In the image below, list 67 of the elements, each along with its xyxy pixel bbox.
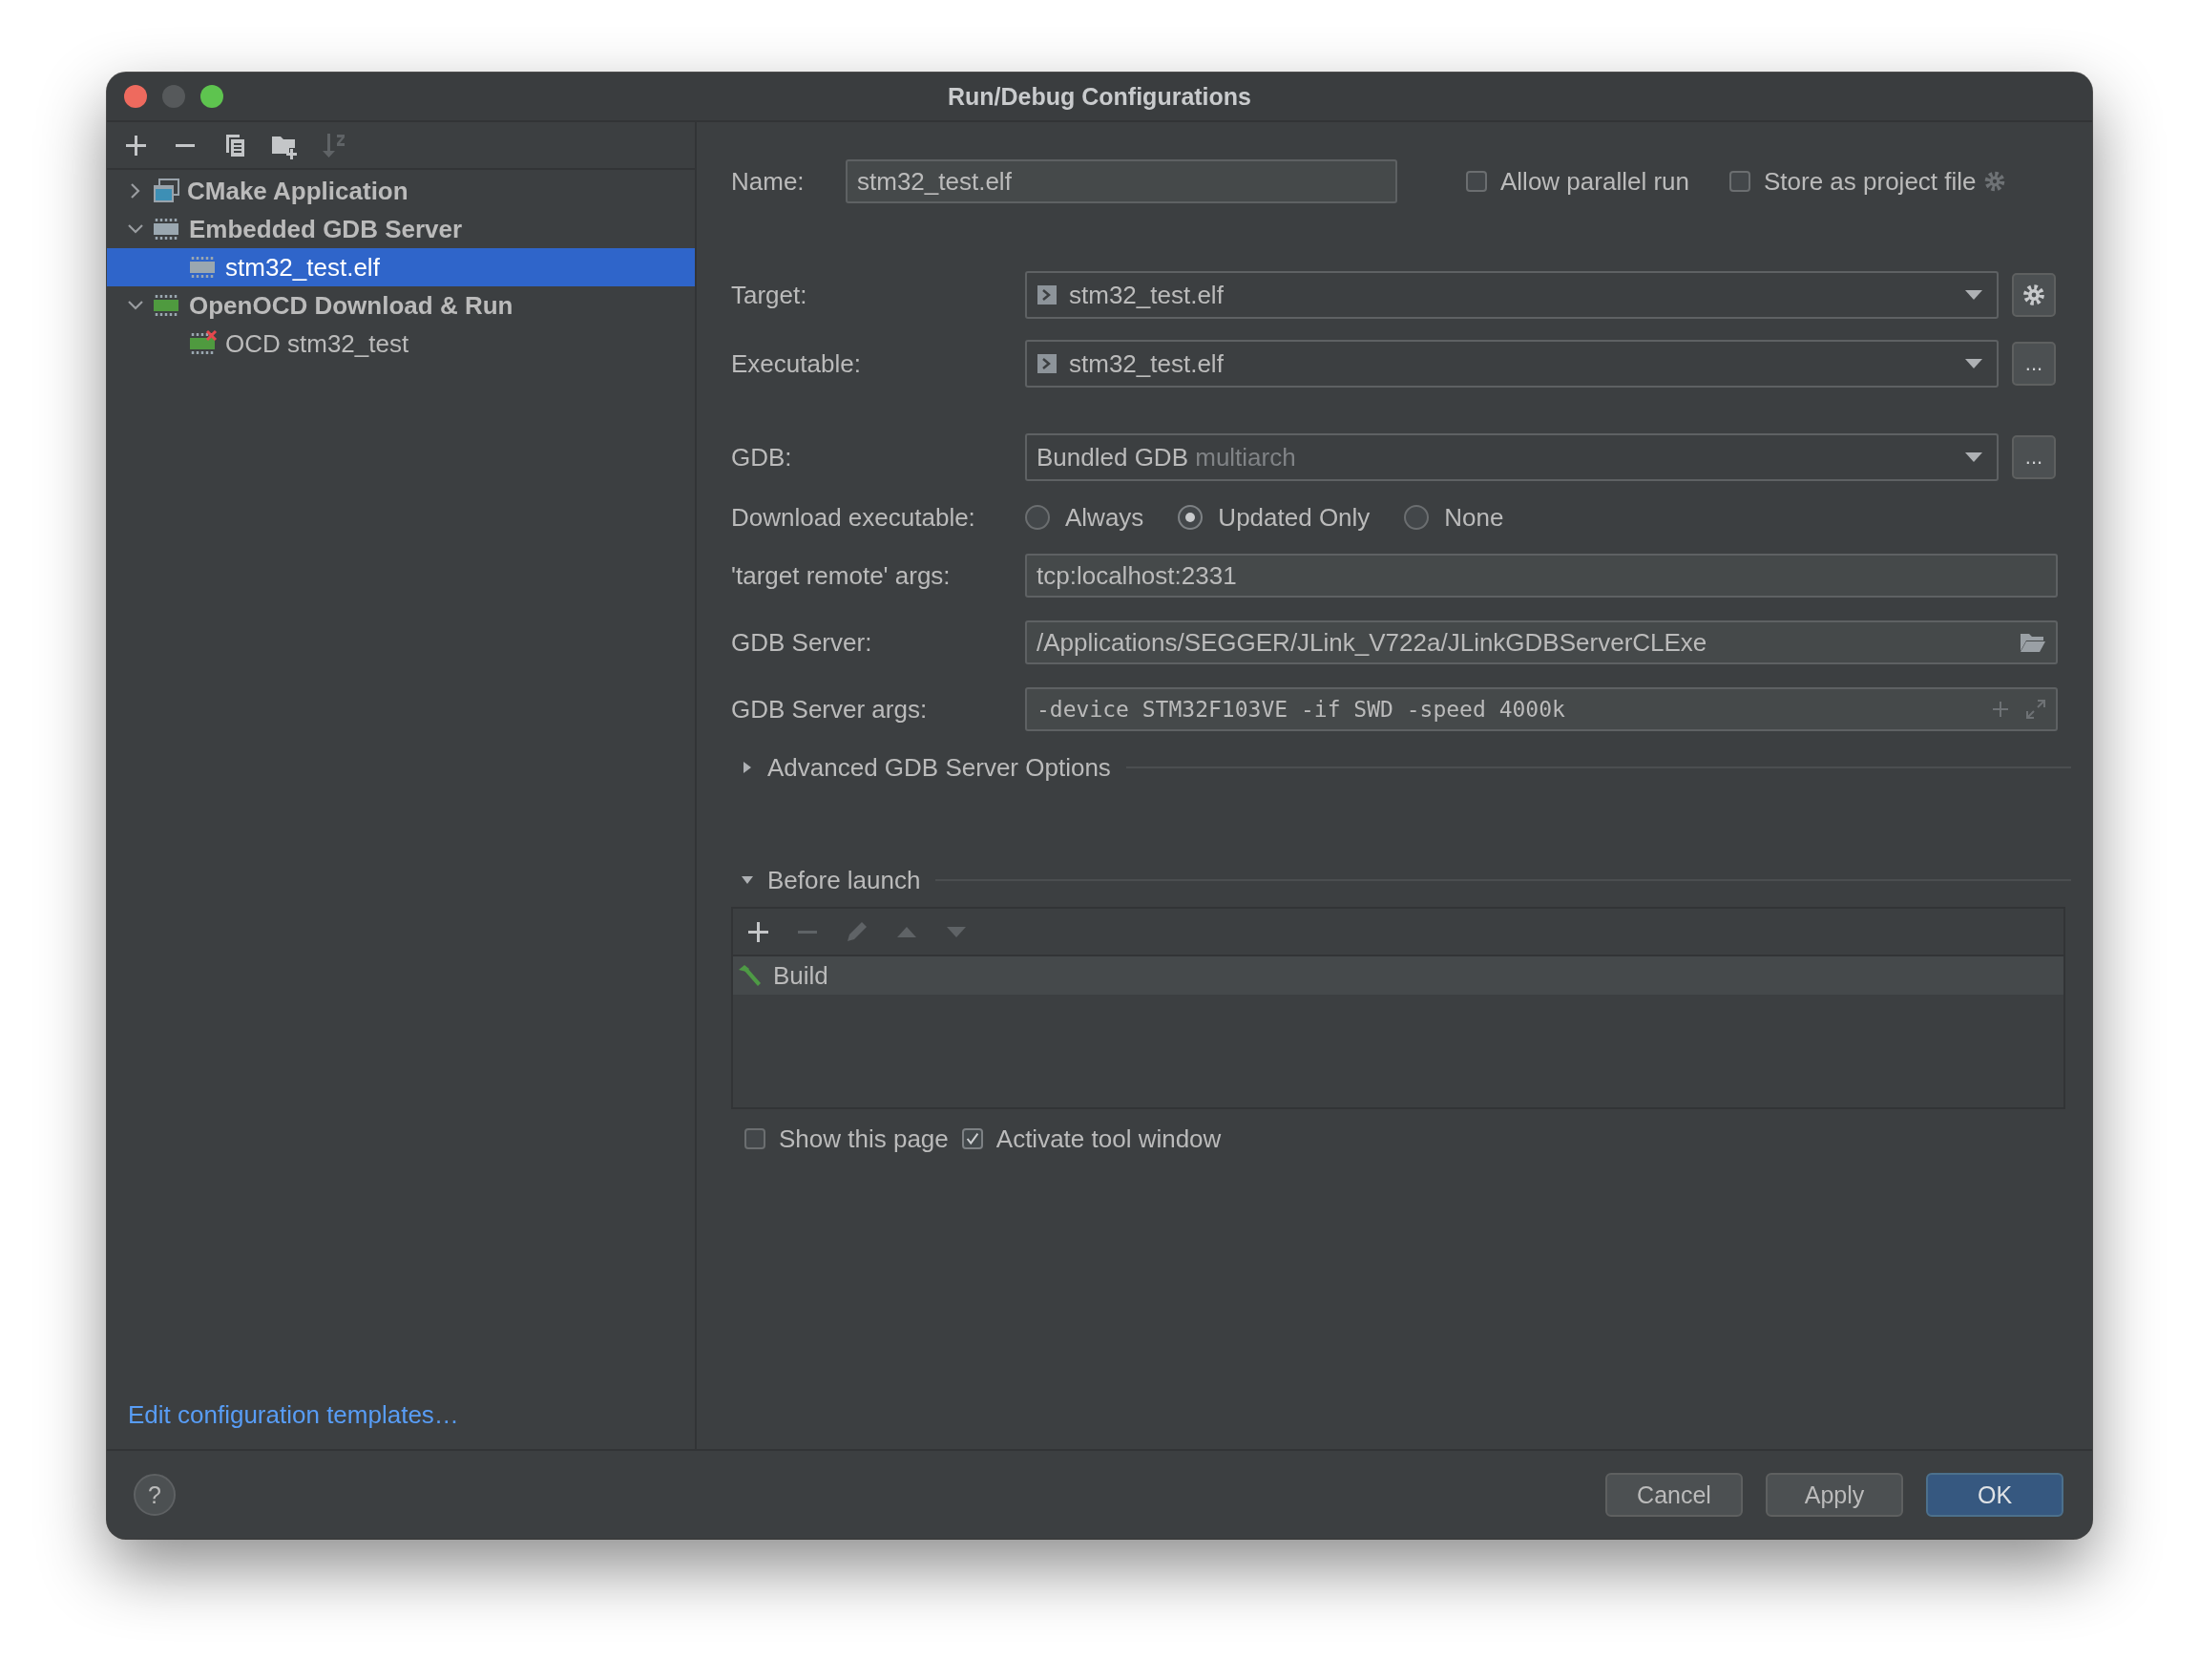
dialog-button[interactable]: Cancel [1605, 1473, 1743, 1517]
browse-button[interactable]: ... [2012, 435, 2056, 479]
field-label: GDB: [731, 442, 793, 472]
dropdown-caret-icon [1964, 452, 1983, 463]
tree-item-label: stm32_test.elf [225, 252, 380, 283]
radio-button[interactable] [1404, 505, 1430, 530]
dropdown-caret-icon [1964, 289, 1983, 301]
tree-item-label: Embedded GDB Server [189, 214, 463, 244]
chip-error-icon [189, 330, 218, 357]
window-stack-icon [153, 178, 179, 204]
window-title: Run/Debug Configurations [948, 82, 1251, 111]
tree-item-label: OpenOCD Download & Run [189, 290, 513, 321]
gdb-server-args-field[interactable]: -device STM32F103VE -if SWD -speed 4000k [1025, 687, 2058, 731]
target-dropdown[interactable]: stm32_test.elf [1025, 271, 1999, 319]
hammer-icon [737, 964, 762, 987]
zoom-button[interactable] [200, 85, 223, 108]
task-item[interactable]: Build [733, 956, 2063, 995]
name-field[interactable]: stm32_test.elf [846, 159, 1397, 203]
field-label: Executable: [731, 348, 862, 379]
chip-icon [189, 254, 218, 281]
close-button[interactable] [124, 85, 147, 108]
help-button[interactable]: ? [134, 1474, 176, 1516]
field-label: GDB Server args: [731, 694, 929, 724]
field-label: 'target remote' args: [731, 560, 952, 591]
checkbox-label: Allow parallel run [1500, 166, 1689, 197]
radio-label: Always [1065, 502, 1144, 533]
radio-label: None [1444, 502, 1504, 533]
dialog-button[interactable]: Apply [1766, 1473, 1903, 1517]
tree-item-label: OCD stm32_test [225, 328, 409, 359]
executable-icon [1037, 353, 1058, 374]
target-remote-args-field[interactable]: tcp:localhost:2331 [1025, 554, 2058, 598]
radio-button[interactable] [1025, 505, 1050, 530]
edit-templates-link[interactable]: Edit configuration templates… [107, 1400, 459, 1430]
ok-button[interactable]: OK [1926, 1473, 2063, 1517]
dropdown-caret-icon [1964, 358, 1983, 369]
expand-icon[interactable] [2025, 699, 2046, 720]
field-label: Download executable: [731, 502, 976, 533]
checkbox[interactable] [1466, 171, 1487, 192]
tree-item[interactable]: Embedded GDB Server [107, 210, 695, 248]
checkbox[interactable] [1729, 171, 1750, 192]
checkbox-label: Store as project file [1764, 166, 1977, 197]
gdb-dropdown[interactable]: Bundled GDB multiarch [1025, 433, 1999, 481]
tree-item-label: CMake Application [187, 176, 408, 206]
settings-icon [2021, 283, 2046, 307]
executable-icon [1037, 284, 1058, 305]
checkbox-label: Activate tool window [995, 1124, 1222, 1154]
section-title[interactable]: Before launch [767, 865, 921, 895]
settings-button[interactable] [2012, 273, 2056, 317]
field-label: Target: [731, 280, 808, 310]
tree-item[interactable]: stm32_test.elf [107, 248, 695, 286]
section-title[interactable]: Advanced GDB Server Options [767, 752, 1111, 783]
chip-icon [153, 216, 181, 242]
tree-item[interactable]: CMake Application [107, 172, 695, 210]
folder-icon[interactable] [2020, 632, 2046, 653]
radio-button[interactable] [1178, 505, 1204, 530]
executable-dropdown[interactable]: stm32_test.elf [1025, 340, 1999, 388]
tree-item[interactable]: OCD stm32_test [107, 325, 695, 363]
browse-button[interactable]: ... [2012, 342, 2056, 386]
gdb-server-field[interactable]: /Applications/SEGGER/JLink_V722a/JLinkGDBServerCLExe [1025, 620, 2058, 664]
checkbox[interactable] [961, 1128, 983, 1149]
field-label: Name: [731, 166, 806, 197]
field-label: GDB Server: [731, 627, 873, 658]
radio-label: Updated Only [1218, 502, 1371, 533]
checkbox-label: Show this page [779, 1124, 949, 1154]
checkbox[interactable] [744, 1128, 765, 1149]
tree-item[interactable]: OpenOCD Download & Run [107, 286, 695, 325]
chip-icon [153, 292, 181, 319]
